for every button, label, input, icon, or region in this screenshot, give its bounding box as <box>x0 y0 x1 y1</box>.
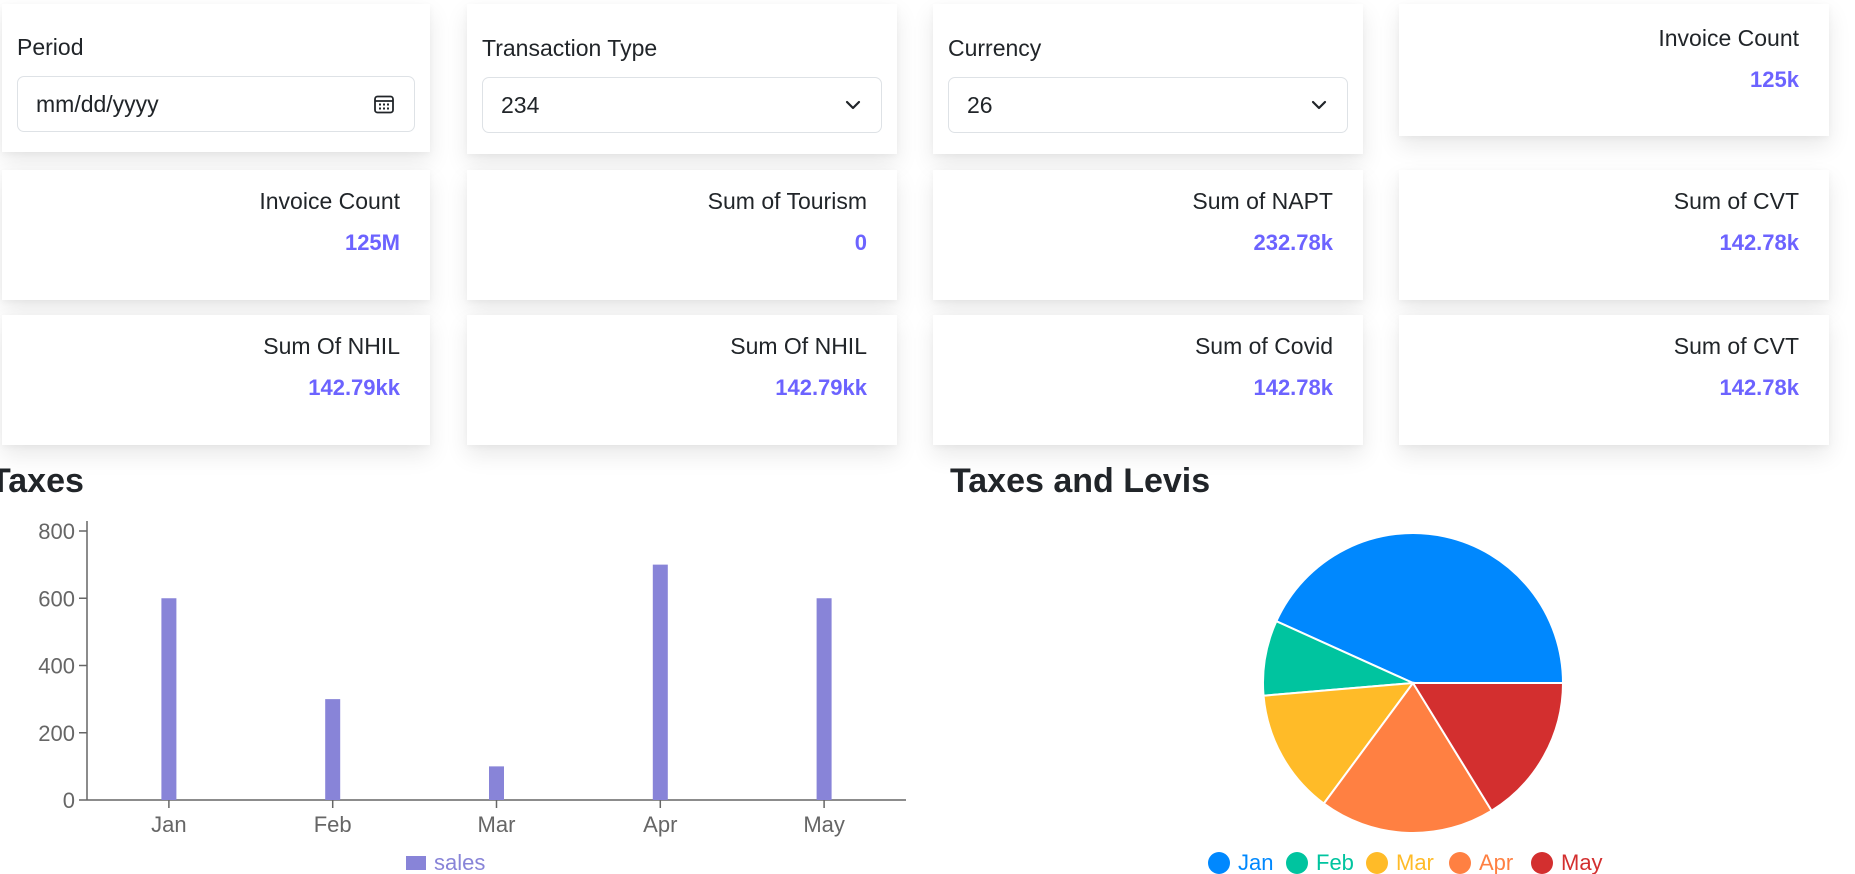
legend-label: Mar <box>1396 850 1434 874</box>
currency-value: 26 <box>967 91 993 118</box>
legend-swatch <box>1208 852 1230 874</box>
stat-label: Invoice Count <box>259 188 400 214</box>
y-tick-label: 200 <box>38 721 75 746</box>
stat-value: 142.78k <box>1719 375 1799 400</box>
stat-value: 142.79kk <box>308 375 400 400</box>
transaction-type-label: Transaction Type <box>482 35 658 61</box>
pie-chart-title: Taxes and Levis <box>950 462 1211 500</box>
currency-select[interactable]: 26 <box>948 77 1348 133</box>
stat-card-sum-of-nhil: Sum Of NHIL 142.79kk <box>2 315 430 445</box>
stat-value: 125k <box>1750 67 1799 92</box>
transaction-type-select[interactable]: 234 <box>482 77 882 133</box>
stat-value: 0 <box>854 230 867 255</box>
stat-value: 142.79kk <box>775 375 867 400</box>
bar-jan <box>161 598 177 800</box>
stat-label: Sum of Covid <box>1194 333 1333 359</box>
period-label: Period <box>17 34 84 60</box>
stat-card-sum-of-nhil-2: Sum Of NHIL 142.79kk <box>467 315 897 445</box>
currency-filter-card: Currency 26 <box>933 4 1363 154</box>
stat-value: 142.78k <box>1253 375 1333 400</box>
chevron-down-icon <box>1309 95 1329 115</box>
legend-swatch <box>1286 852 1308 874</box>
transaction-type-filter-card: Transaction Type 234 <box>467 4 897 154</box>
legend-swatch <box>1366 852 1388 874</box>
stat-card-sum-of-cvt: Sum of CVT 142.78k <box>1399 170 1829 300</box>
legend-label: Jan <box>1238 850 1274 874</box>
y-tick-label: 0 <box>63 788 75 813</box>
legend-label: Apr <box>1479 850 1514 874</box>
legend-item-jan[interactable]: Jan <box>1208 850 1273 874</box>
legend-label: Feb <box>1316 850 1354 874</box>
bar-mar <box>489 766 504 800</box>
stat-value: 142.78k <box>1719 230 1799 255</box>
period-date-placeholder: mm/dd/yyyy <box>36 90 159 117</box>
bar-chart-title: Taxes <box>0 462 84 500</box>
period-date-input[interactable]: mm/dd/yyyy <box>17 76 415 132</box>
transaction-type-value: 234 <box>501 91 540 118</box>
legend-label: sales <box>434 850 486 874</box>
stat-label: Sum of CVT <box>1673 188 1799 214</box>
legend-swatch <box>1449 852 1471 874</box>
stat-card-invoice-count-m: Invoice Count 125M <box>2 170 430 300</box>
calendar-icon[interactable] <box>372 92 396 116</box>
stat-card-sum-of-tourism: Sum of Tourism 0 <box>467 170 897 300</box>
stat-value: 125M <box>344 230 400 255</box>
y-tick-label: 800 <box>38 519 75 544</box>
bar-apr <box>652 564 668 800</box>
stat-label: Sum of Tourism <box>707 188 867 214</box>
bar-may <box>816 598 832 800</box>
legend-label: May <box>1561 850 1603 874</box>
legend-swatch <box>1531 852 1553 874</box>
stat-label: Sum Of NHIL <box>263 333 400 359</box>
stat-card-sum-of-napt: Sum of NAPT 232.78k <box>933 170 1363 300</box>
chevron-down-icon <box>843 95 863 115</box>
legend-item-apr[interactable]: Apr <box>1449 850 1513 874</box>
legend-item-feb[interactable]: Feb <box>1286 850 1354 874</box>
stat-card-sum-of-cvt-2: Sum of CVT 142.78k <box>1399 315 1829 445</box>
x-tick-label: Mar <box>478 812 516 837</box>
stat-value: 232.78k <box>1253 230 1333 255</box>
stat-label: Sum of CVT <box>1673 333 1799 359</box>
stat-label: Sum of NAPT <box>1192 188 1333 214</box>
x-tick-label: Apr <box>643 812 677 837</box>
stat-label: Sum Of NHIL <box>730 333 867 359</box>
bar-feb <box>325 699 341 800</box>
y-tick-label: 600 <box>38 586 75 611</box>
legend-item-mar[interactable]: Mar <box>1366 850 1434 874</box>
stat-card-invoice-count-k: Invoice Count 125k <box>1399 4 1829 136</box>
x-tick-label: May <box>803 812 845 837</box>
x-tick-label: Jan <box>151 812 186 837</box>
y-tick-label: 400 <box>38 654 75 679</box>
currency-label: Currency <box>948 35 1042 61</box>
legend-swatch <box>406 856 426 870</box>
stat-label: Invoice Count <box>1658 25 1799 51</box>
period-filter-card: Period mm/dd/yyyy <box>2 4 430 152</box>
legend-item-sales[interactable]: sales <box>406 850 485 874</box>
stat-card-sum-of-covid: Sum of Covid 142.78k <box>933 315 1363 445</box>
legend-item-may[interactable]: May <box>1531 850 1603 874</box>
taxes-and-levis-pie-chart <box>1262 532 1565 834</box>
x-tick-label: Feb <box>314 812 352 837</box>
taxes-bar-chart: 0 200 400 600 800 Jan Feb Mar Apr May <box>38 519 906 837</box>
